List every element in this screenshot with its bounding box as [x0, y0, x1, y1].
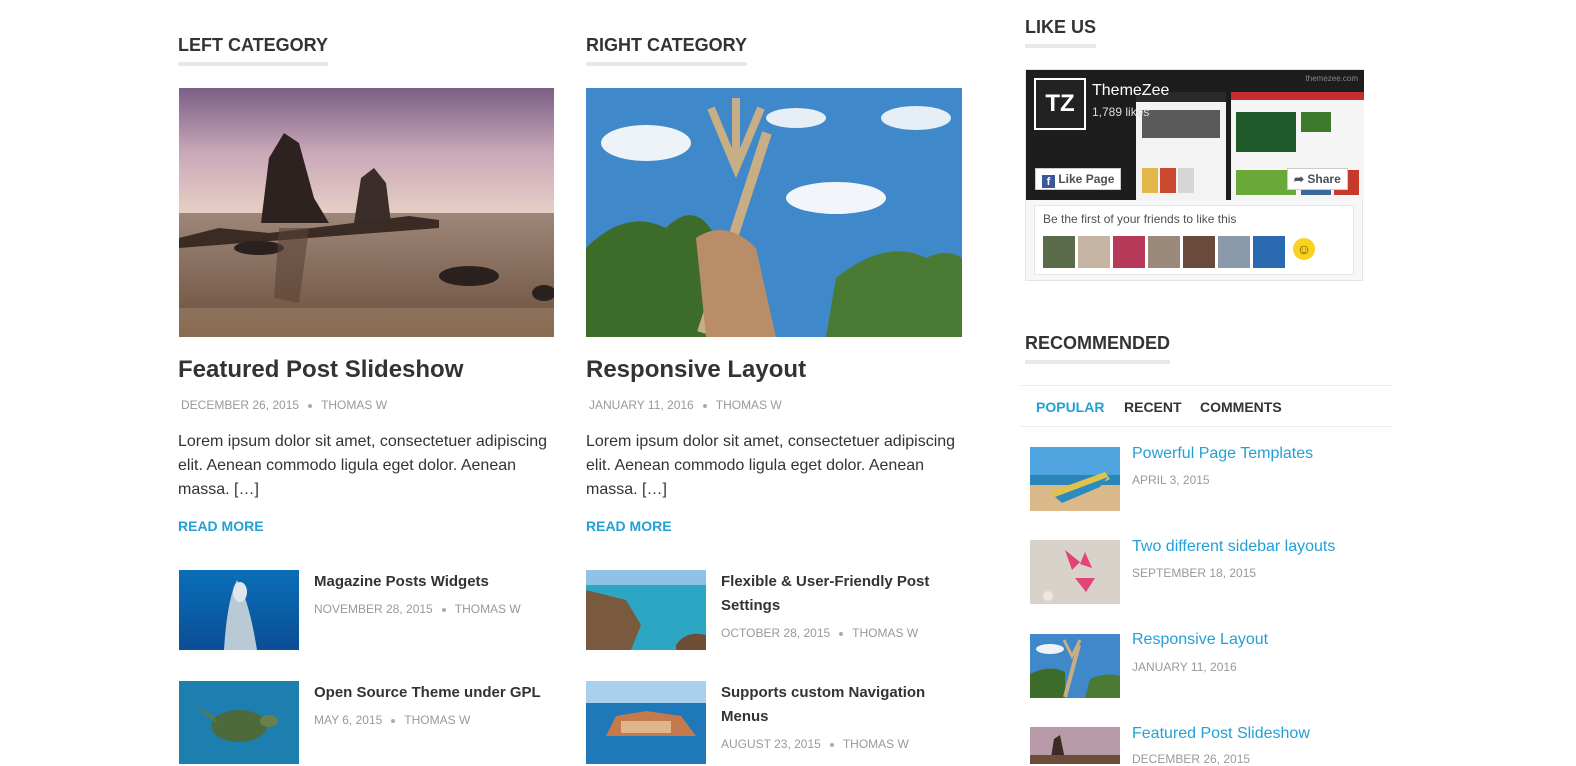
friends-text: Be the first of your friends to like thi…: [1043, 212, 1237, 226]
recommended-tabs: POPULAR RECENT COMMENTS: [1020, 385, 1392, 427]
featured-post-excerpt-right: Lorem ipsum dolor sit amet, consectetuer…: [586, 433, 956, 498]
featured-post-meta-right: JANUARY 11, 2016 THOMAS W: [589, 397, 782, 413]
smiley-icon[interactable]: ☺: [1293, 238, 1315, 260]
sidebar-post-date: SEPTEMBER 18, 2015: [1132, 566, 1257, 580]
tab-recent[interactable]: RECENT: [1124, 399, 1182, 415]
recommended-heading: RECOMMENDED: [1025, 332, 1171, 364]
friend-avatar[interactable]: [1148, 236, 1180, 268]
sidebar-post-thumbnail-bikini[interactable]: [1030, 540, 1120, 604]
post-thumbnail-city[interactable]: [586, 681, 706, 764]
post-date: DECEMBER 26, 2015: [181, 398, 300, 412]
sidebar-post-title[interactable]: Powerful Page Templates: [1132, 445, 1313, 463]
sidebar-post-thumbnail-trident[interactable]: [1030, 634, 1120, 698]
facebook-page-name[interactable]: ThemeZee: [1092, 82, 1169, 100]
featured-image-trident[interactable]: [586, 88, 962, 337]
tab-popular[interactable]: POPULAR: [1036, 399, 1104, 415]
post-thumbnail-turtle[interactable]: [179, 681, 299, 764]
meta-separator: [308, 403, 313, 408]
right-category-heading: RIGHT CATEGORY: [586, 34, 747, 66]
sidebar-post-title[interactable]: Two different sidebar layouts: [1132, 538, 1335, 556]
meta-separator: [441, 607, 446, 612]
post-meta: OCTOBER 28, 2015 THOMAS W: [721, 625, 918, 641]
read-more-link-right[interactable]: READ MORE: [586, 518, 672, 534]
sidebar-post-date: JANUARY 11, 2016: [1132, 660, 1237, 674]
sidebar-post-title[interactable]: Featured Post Slideshow: [1132, 725, 1310, 743]
like-page-label: Like Page: [1058, 172, 1115, 186]
facebook-likes-count: 1,789 likes: [1092, 105, 1150, 119]
friend-avatar[interactable]: [1218, 236, 1250, 268]
share-label: Share: [1307, 172, 1341, 186]
facebook-cover[interactable]: themezee.com TZ ThemeZee 1,789 likes f L…: [1026, 70, 1364, 200]
post-thumbnail-coast[interactable]: [586, 570, 706, 650]
post-date: AUGUST 23, 2015: [721, 737, 821, 751]
friend-avatar[interactable]: [1183, 236, 1215, 268]
facebook-icon: f: [1042, 175, 1055, 188]
post-thumbnail-dolphin[interactable]: [179, 570, 299, 650]
post-title[interactable]: Open Source Theme under GPL: [314, 681, 554, 705]
friend-avatar[interactable]: [1113, 236, 1145, 268]
sidebar-post-thumbnail-rocks[interactable]: [1030, 727, 1120, 764]
meta-separator: [391, 718, 396, 723]
tab-comments[interactable]: COMMENTS: [1200, 399, 1282, 415]
themezee-logo[interactable]: TZ: [1034, 78, 1086, 130]
post-title[interactable]: Magazine Posts Widgets: [314, 570, 554, 594]
read-more-link-left[interactable]: READ MORE: [178, 518, 264, 534]
cover-watermark: themezee.com: [1305, 74, 1358, 83]
post-author[interactable]: THOMAS W: [843, 737, 909, 751]
post-author[interactable]: THOMAS W: [716, 398, 782, 412]
post-title[interactable]: Supports custom Navigation Menus: [721, 681, 961, 729]
sidebar-post-title[interactable]: Responsive Layout: [1132, 631, 1268, 649]
friend-avatar[interactable]: [1253, 236, 1285, 268]
post-author[interactable]: THOMAS W: [852, 626, 918, 640]
featured-post-meta-left: DECEMBER 26, 2015 THOMAS W: [181, 397, 387, 413]
share-icon: ➦: [1294, 172, 1305, 186]
meta-separator: [839, 631, 844, 636]
post-date: OCTOBER 28, 2015: [721, 626, 831, 640]
facebook-page-widget: themezee.com TZ ThemeZee 1,789 likes f L…: [1025, 69, 1364, 281]
post-date: NOVEMBER 28, 2015: [314, 602, 433, 616]
like-page-button[interactable]: f Like Page: [1035, 168, 1122, 190]
featured-post-excerpt-left: Lorem ipsum dolor sit amet, consectetuer…: [178, 433, 548, 498]
post-meta: AUGUST 23, 2015 THOMAS W: [721, 736, 909, 752]
sidebar-post-thumbnail-boat[interactable]: [1030, 447, 1120, 511]
post-date: MAY 6, 2015: [314, 713, 383, 727]
post-meta: NOVEMBER 28, 2015 THOMAS W: [314, 601, 521, 617]
featured-image-rocks[interactable]: [179, 88, 554, 337]
featured-post-title-left[interactable]: Featured Post Slideshow: [178, 355, 463, 385]
post-meta: MAY 6, 2015 THOMAS W: [314, 712, 470, 728]
post-author[interactable]: THOMAS W: [321, 398, 387, 412]
left-category-heading: LEFT CATEGORY: [178, 34, 328, 66]
post-title[interactable]: Flexible & User-Friendly Post Settings: [721, 570, 961, 618]
share-button[interactable]: ➦ Share: [1287, 168, 1348, 190]
post-date: JANUARY 11, 2016: [589, 398, 694, 412]
meta-separator: [702, 403, 707, 408]
facebook-friends-box: Be the first of your friends to like thi…: [1034, 205, 1354, 275]
post-author[interactable]: THOMAS W: [404, 713, 470, 727]
sidebar-post-date: APRIL 3, 2015: [1132, 473, 1210, 487]
friend-avatar[interactable]: [1078, 236, 1110, 268]
friend-avatar[interactable]: [1043, 236, 1075, 268]
meta-separator: [829, 742, 834, 747]
featured-post-title-right[interactable]: Responsive Layout: [586, 355, 806, 385]
post-author[interactable]: THOMAS W: [455, 602, 521, 616]
like-us-heading: LIKE US: [1025, 16, 1097, 48]
